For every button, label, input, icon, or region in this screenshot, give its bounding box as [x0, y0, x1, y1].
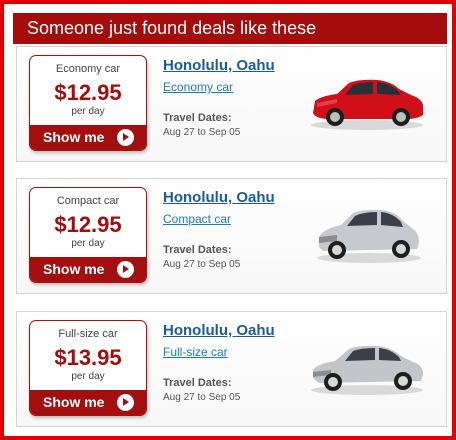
- city-link[interactable]: Honolulu, Oahu: [163, 57, 275, 74]
- car-type-link[interactable]: Compact car: [163, 212, 231, 226]
- compact-car-image: [317, 209, 421, 263]
- per-day-label: per day: [71, 238, 105, 249]
- travel-dates: Aug 27 to Sep 05: [163, 127, 241, 138]
- travel-dates-label: Travel Dates:: [163, 244, 232, 256]
- car-class-label: Economy car: [55, 63, 121, 75]
- deals-widget: Someone just found deals like these Econ…: [0, 0, 456, 440]
- car-type-link[interactable]: Full-size car: [163, 345, 228, 359]
- price: $13.95: [54, 345, 122, 370]
- show-me-button[interactable]: Show me: [30, 125, 146, 150]
- deal-card-compact: Compact car $12.95 per day Show me Honol…: [16, 178, 447, 294]
- price: $12.95: [54, 80, 122, 105]
- per-day-label: per day: [71, 371, 105, 382]
- price: $12.95: [54, 212, 122, 237]
- car-type-link[interactable]: Economy car: [163, 80, 233, 94]
- arrow-right-icon: [117, 129, 134, 146]
- price-box: Economy car $12.95 per day Show me: [29, 55, 147, 151]
- car-class-label: Compact car: [56, 195, 120, 207]
- price-box: Compact car $12.95 per day Show me: [29, 187, 147, 283]
- show-me-label: Show me: [43, 261, 105, 277]
- car-class-label: Full-size car: [58, 328, 118, 340]
- deal-card-fullsize: Full-size car $13.95 per day Show me Hon…: [16, 311, 447, 427]
- show-me-label: Show me: [43, 394, 105, 410]
- per-day-label: per day: [71, 106, 105, 117]
- travel-dates-label: Travel Dates:: [163, 377, 232, 389]
- show-me-label: Show me: [43, 129, 105, 145]
- widget-header: Someone just found deals like these: [13, 13, 447, 44]
- price-box: Full-size car $13.95 per day Show me: [29, 320, 147, 416]
- economy-car-image: [311, 79, 423, 130]
- deal-card-economy: Economy car $12.95 per day Show me Honol…: [16, 46, 447, 162]
- show-me-button[interactable]: Show me: [30, 257, 146, 282]
- arrow-right-icon: [117, 394, 134, 411]
- city-link[interactable]: Honolulu, Oahu: [163, 189, 275, 206]
- travel-dates-label: Travel Dates:: [163, 112, 232, 124]
- fullsize-car-image: [311, 345, 423, 395]
- show-me-button[interactable]: Show me: [30, 390, 146, 415]
- travel-dates: Aug 27 to Sep 05: [163, 392, 241, 403]
- arrow-right-icon: [117, 261, 134, 278]
- travel-dates: Aug 27 to Sep 05: [163, 259, 241, 270]
- city-link[interactable]: Honolulu, Oahu: [163, 322, 275, 339]
